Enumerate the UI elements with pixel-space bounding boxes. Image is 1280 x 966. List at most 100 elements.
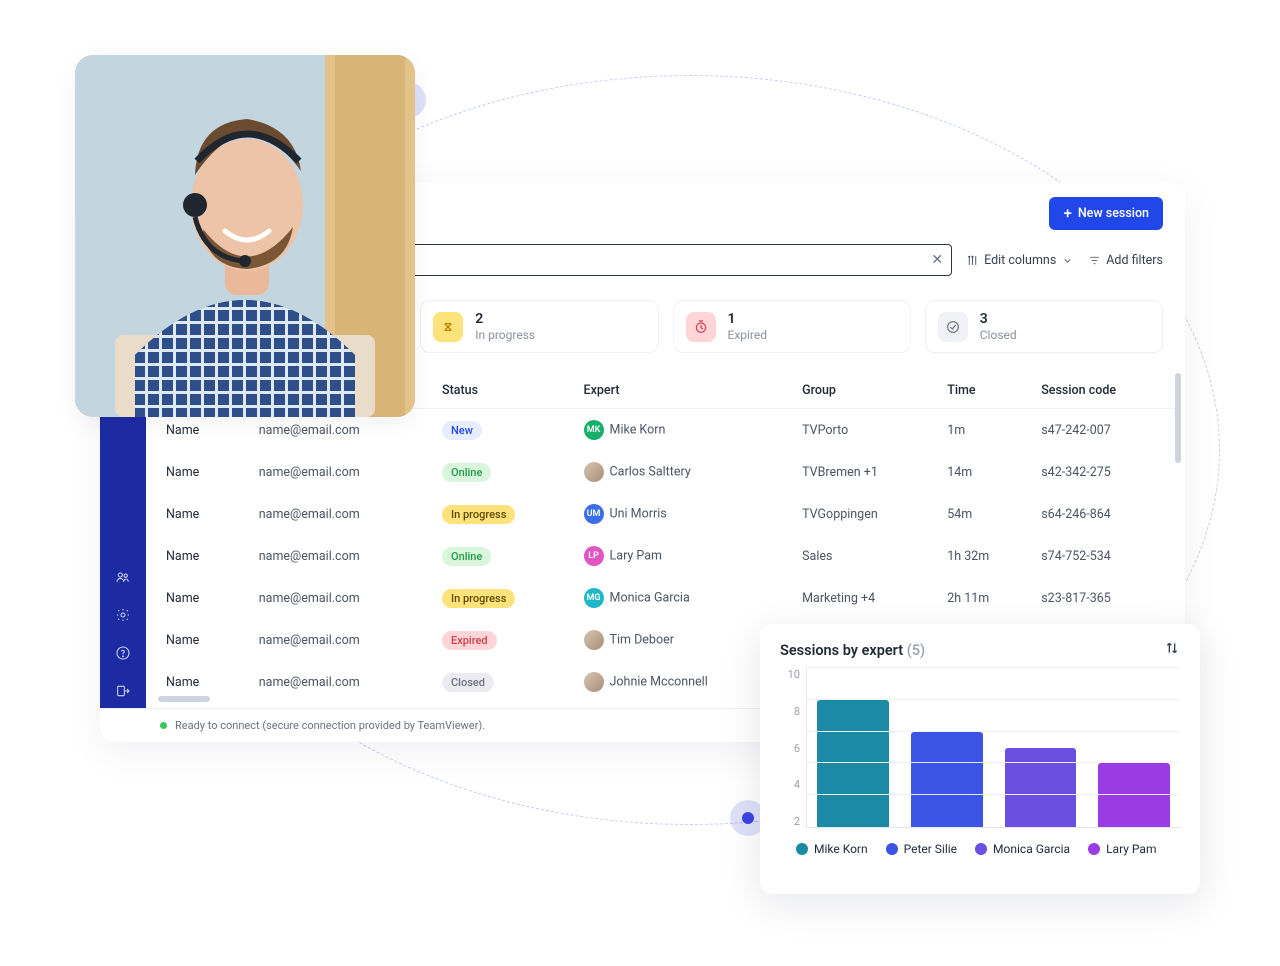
gridline: [807, 794, 1180, 795]
cell-time: 1m: [937, 409, 1031, 452]
legend-swatch: [796, 843, 808, 855]
gridline: [807, 762, 1180, 763]
cell-name: Name: [156, 535, 249, 577]
cell-name: Name: [156, 451, 249, 493]
cell-status: Closed: [432, 661, 574, 703]
cell-expert: UMUni Morris: [574, 493, 793, 535]
status-badge: Online: [442, 547, 491, 566]
legend-label: Lary Pam: [1106, 842, 1156, 856]
columns-icon: [966, 254, 979, 267]
cell-status: In progress: [432, 577, 574, 619]
legend-item[interactable]: Lary Pam: [1088, 842, 1156, 856]
gridline: [807, 699, 1180, 700]
cell-status: Expired: [432, 619, 574, 661]
table-row[interactable]: Namename@email.comIn progressMGMonica Ga…: [156, 577, 1175, 619]
avatar: LP: [584, 546, 604, 566]
cell-session-code: s42-342-275: [1031, 451, 1175, 493]
status-badge: Online: [442, 463, 491, 482]
y-tick: 2: [780, 815, 800, 828]
cell-group: TVPorto: [792, 409, 937, 452]
cell-time: 54m: [937, 493, 1031, 535]
avatar: [584, 630, 604, 650]
avatar: MG: [584, 588, 604, 608]
chevron-down-icon: [1061, 254, 1074, 267]
clear-icon[interactable]: ✕: [931, 252, 943, 268]
legend-item[interactable]: Monica Garcia: [975, 842, 1070, 856]
col-time[interactable]: Time: [937, 373, 1031, 409]
y-tick: 10: [780, 668, 800, 681]
cell-group: Marketing +4: [792, 577, 937, 619]
chart-sort-button[interactable]: [1164, 640, 1180, 660]
cell-email: name@email.com: [249, 451, 432, 493]
col-status[interactable]: Status: [432, 373, 574, 409]
cell-group: TVBremen +1: [792, 451, 937, 493]
col-group[interactable]: Group: [792, 373, 937, 409]
new-session-label: New session: [1078, 206, 1149, 221]
nav-settings-icon[interactable]: [109, 601, 137, 629]
chart-bar[interactable]: [911, 732, 983, 827]
closed-icon: [938, 312, 968, 342]
avatar: UM: [584, 504, 604, 524]
filter-icon: [1088, 254, 1101, 267]
add-filters-button[interactable]: Add filters: [1088, 253, 1163, 268]
edit-columns-button[interactable]: Edit columns: [966, 253, 1074, 268]
cell-email: name@email.com: [249, 535, 432, 577]
legend-label: Mike Korn: [814, 842, 868, 856]
legend-swatch: [1088, 843, 1100, 855]
gridline: [807, 731, 1180, 732]
legend-label: Monica Garcia: [993, 842, 1070, 856]
cell-email: name@email.com: [249, 661, 432, 703]
new-session-button[interactable]: + New session: [1049, 197, 1163, 230]
cell-status: Online: [432, 451, 574, 493]
cell-status: Online: [432, 535, 574, 577]
cell-name: Name: [156, 619, 249, 661]
avatar: [584, 462, 604, 482]
expired-icon: [686, 312, 716, 342]
status-badge: New: [442, 421, 482, 440]
status-online-dot: [160, 722, 167, 729]
status-badge: In progress: [442, 589, 515, 608]
cell-status: New: [432, 409, 574, 452]
cell-session-code: s74-752-534: [1031, 535, 1175, 577]
chart-bar[interactable]: [817, 700, 889, 827]
cell-name: Name: [156, 493, 249, 535]
chart-title: Sessions by expert (5): [780, 642, 925, 659]
y-tick: 4: [780, 778, 800, 791]
avatar: MK: [584, 420, 604, 440]
table-row[interactable]: Namename@email.comIn progressUMUni Morri…: [156, 493, 1175, 535]
status-badge: Closed: [442, 673, 494, 692]
nav-exit-icon[interactable]: [109, 677, 137, 705]
stat-closed[interactable]: 3 Closed: [925, 300, 1163, 353]
chart-bar[interactable]: [1005, 748, 1077, 828]
cell-expert: LPLary Pam: [574, 535, 793, 577]
legend-item[interactable]: Mike Korn: [796, 842, 868, 856]
stat-in-progress[interactable]: 2 In progress: [420, 300, 658, 353]
chart-bar[interactable]: [1098, 763, 1170, 827]
cell-email: name@email.com: [249, 493, 432, 535]
nav-help-icon[interactable]: [109, 639, 137, 667]
legend-label: Peter Silie: [904, 842, 957, 856]
legend-item[interactable]: Peter Silie: [886, 842, 957, 856]
cell-status: In progress: [432, 493, 574, 535]
legend-swatch: [886, 843, 898, 855]
nav-users-icon[interactable]: [109, 563, 137, 591]
cell-expert: Carlos Salttery: [574, 451, 793, 493]
y-tick: 6: [780, 742, 800, 755]
cell-session-code: s47-242-007: [1031, 409, 1175, 452]
table-row[interactable]: Namename@email.comOnlineLPLary PamSales1…: [156, 535, 1175, 577]
cell-session-code: s64-246-864: [1031, 493, 1175, 535]
cell-expert: MKMike Korn: [574, 409, 793, 452]
cell-session-code: s23-817-365: [1031, 577, 1175, 619]
cell-name: Name: [156, 577, 249, 619]
col-expert[interactable]: Expert: [574, 373, 793, 409]
cell-email: name@email.com: [249, 619, 432, 661]
table-row[interactable]: Namename@email.com Online Carlos SaltteryT…: [156, 451, 1175, 493]
connection-status-text: Ready to connect (secure connection prov…: [175, 719, 485, 732]
horizontal-scrollbar[interactable]: [158, 696, 210, 702]
in-progress-icon: [433, 312, 463, 342]
y-tick: 8: [780, 705, 800, 718]
cell-group: Sales: [792, 535, 937, 577]
col-session-code[interactable]: Session code: [1031, 373, 1175, 409]
vertical-scrollbar[interactable]: [1175, 373, 1181, 463]
stat-expired[interactable]: 1 Expired: [673, 300, 911, 353]
